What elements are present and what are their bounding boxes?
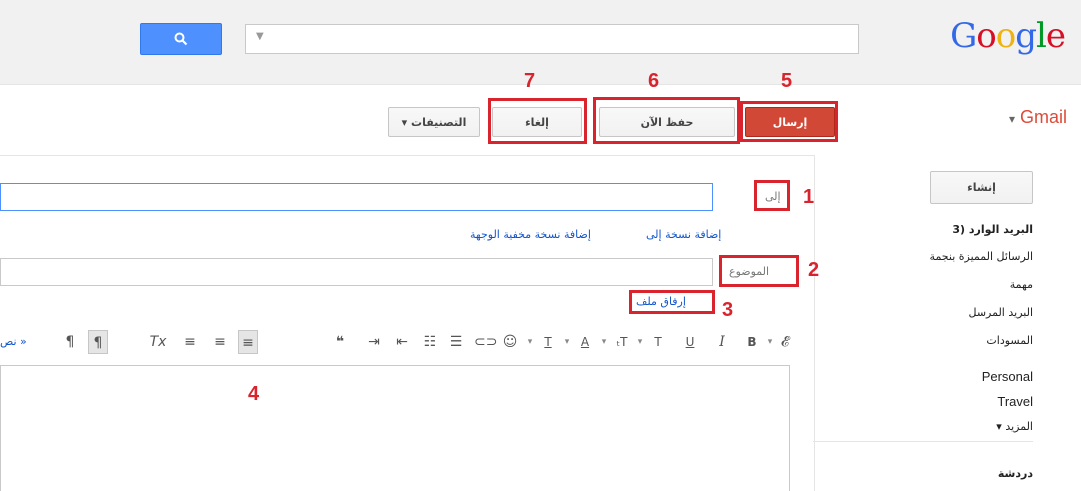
nav-item-travel[interactable]: Travel bbox=[997, 394, 1033, 409]
quote-icon[interactable]: ❝ bbox=[330, 330, 350, 354]
annotation-box-attach bbox=[629, 290, 715, 314]
to-field[interactable] bbox=[0, 183, 713, 211]
gmail-label: Gmail bbox=[1019, 107, 1067, 127]
rtl-icon[interactable]: ¶ bbox=[88, 330, 108, 354]
labels-button[interactable]: التصنيفات ▾ bbox=[388, 107, 480, 137]
annotation-number-7: 7 bbox=[524, 70, 536, 92]
bulleted-list-icon[interactable]: ☰ bbox=[446, 330, 466, 354]
bold-icon[interactable]: B bbox=[742, 330, 762, 354]
chevron-down-icon[interactable]: ▾ bbox=[630, 330, 650, 354]
add-bcc-link[interactable]: إضافة نسخة مخفية الوجهة bbox=[470, 228, 591, 241]
chevron-down-icon[interactable]: ▾ bbox=[520, 330, 540, 354]
annotation-box-discard bbox=[488, 98, 587, 144]
chat-heading: دردشة bbox=[997, 467, 1033, 480]
search-icon bbox=[174, 32, 188, 46]
align-center-icon[interactable]: ≡ bbox=[210, 330, 230, 354]
emoji-icon[interactable]: ☺ bbox=[500, 330, 520, 354]
chevron-down-icon[interactable]: ▾ bbox=[557, 330, 577, 354]
annotation-number-5: 5 bbox=[781, 70, 793, 92]
chevron-down-icon[interactable]: ▾ bbox=[594, 330, 614, 354]
nav-item-personal[interactable]: Personal bbox=[982, 369, 1033, 384]
search-input[interactable]: ▼ bbox=[245, 24, 859, 54]
underline-icon[interactable]: U bbox=[680, 330, 700, 354]
indent-less-icon[interactable]: ⇤ bbox=[392, 330, 412, 354]
nav-item-more[interactable]: المزيد ▾ bbox=[996, 420, 1033, 433]
text-size-icon[interactable]: ₜT bbox=[612, 330, 632, 354]
plain-text-link[interactable]: « نص bbox=[0, 335, 27, 348]
annotation-number-4: 4 bbox=[248, 383, 260, 405]
align-right-icon[interactable]: ≡ bbox=[238, 330, 258, 354]
background-color-icon[interactable]: T bbox=[538, 330, 558, 354]
annotation-box-subject bbox=[719, 255, 799, 287]
nav-item-starred[interactable]: الرسائل المميزة بنجمة bbox=[930, 250, 1033, 263]
nav-item-sent[interactable]: البريد المرسل bbox=[968, 306, 1033, 319]
indent-more-icon[interactable]: ⇥ bbox=[364, 330, 384, 354]
annotation-box-save bbox=[593, 97, 740, 144]
search-options-caret[interactable]: ▼ bbox=[256, 31, 264, 42]
text-color-icon[interactable]: A bbox=[575, 330, 595, 354]
chevron-down-icon[interactable]: ▾ bbox=[760, 330, 780, 354]
italic-icon[interactable]: I bbox=[712, 330, 732, 354]
annotation-number-3: 3 bbox=[722, 299, 734, 321]
numbered-list-icon[interactable]: ☷ bbox=[420, 330, 440, 354]
ltr-icon[interactable]: ¶ bbox=[60, 330, 80, 354]
add-cc-link[interactable]: إضافة نسخة إلى bbox=[646, 228, 721, 241]
link-icon[interactable]: ⊂⊃ bbox=[474, 330, 497, 354]
nav-item-inbox[interactable]: البريد الوارد (3 bbox=[952, 223, 1033, 236]
annotation-number-2: 2 bbox=[808, 259, 820, 281]
top-bar: ▼ Google bbox=[0, 0, 1081, 85]
annotation-box-send bbox=[740, 101, 838, 142]
nav-item-important[interactable]: مهمة bbox=[1010, 278, 1033, 291]
compose-button[interactable]: إنشاء bbox=[930, 171, 1033, 204]
gmail-menu[interactable]: ▾ Gmail bbox=[1009, 107, 1067, 128]
annotation-box-to bbox=[754, 180, 790, 211]
nav-separator bbox=[813, 441, 1033, 442]
chevron-down-icon: ▾ bbox=[1008, 112, 1015, 126]
google-logo[interactable]: Google bbox=[950, 16, 1066, 56]
search-button[interactable] bbox=[140, 23, 222, 55]
formatting-toolbar: 𝓔 ▾ B I U T ▾ ₜT ▾ A ▾ T ▾ ☺ ⊂⊃ ☰ ☷ ⇤ ⇥ … bbox=[0, 330, 795, 356]
annotation-number-1: 1 bbox=[803, 186, 815, 208]
nav-item-drafts[interactable]: المسودات bbox=[986, 334, 1033, 347]
subject-field[interactable] bbox=[0, 258, 713, 286]
message-body[interactable] bbox=[0, 365, 790, 491]
annotation-number-6: 6 bbox=[648, 70, 660, 92]
remove-formatting-icon[interactable]: Tx bbox=[148, 330, 168, 354]
font-size-icon[interactable]: T bbox=[648, 330, 668, 354]
toolbar-divider bbox=[0, 155, 815, 156]
align-left-icon[interactable]: ≡ bbox=[180, 330, 200, 354]
